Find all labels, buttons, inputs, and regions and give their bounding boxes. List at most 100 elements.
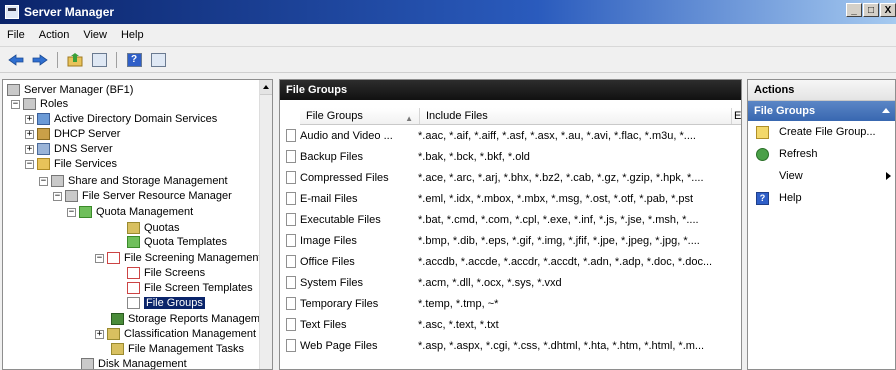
tree-item-quotas[interactable]: Quotas <box>127 221 179 235</box>
file-screens-icon <box>127 267 140 279</box>
expand-toggle[interactable]: + <box>25 114 34 124</box>
collapse-toggle[interactable]: − <box>95 253 104 263</box>
file-screen-templates-icon <box>127 282 140 294</box>
tree-item-label: Share and Storage Management <box>68 175 228 187</box>
column-header-include-files[interactable]: Include Files <box>420 108 732 124</box>
tree-item-dns-server[interactable]: + DNS Server <box>25 142 113 156</box>
tree-item-label: Quotas <box>144 222 180 234</box>
list-item[interactable]: Text Files *.asc, *.text, *.txt <box>280 314 741 335</box>
up-one-level-button[interactable] <box>65 51 85 69</box>
action-label: Help <box>779 192 802 204</box>
expand-toggle[interactable]: + <box>25 144 34 154</box>
tree-item-classification[interactable]: + Classification Management <box>95 327 256 341</box>
tree-item-storage-reports[interactable]: Storage Reports Managemer <box>111 312 270 326</box>
menu-help[interactable]: Help <box>114 29 151 41</box>
tree-item-file-screens[interactable]: File Screens <box>127 266 205 280</box>
column-header-file-groups[interactable]: File Groups ▲ <box>300 108 420 124</box>
title-bar: Server Manager _ □ X <box>0 0 896 24</box>
tree-item-dhcp-server[interactable]: + DHCP Server <box>25 127 120 141</box>
tree-item-label: Active Directory Domain Services <box>54 113 218 125</box>
list-item[interactable]: Image Files *.bmp, *.dib, *.eps, *.gif, *… <box>280 230 741 251</box>
list-item[interactable]: Temporary Files *.temp, *.tmp, ~* <box>280 293 741 314</box>
tree-item-roles[interactable]: − Roles <box>11 97 68 111</box>
refresh-icon <box>756 147 769 161</box>
view-action[interactable]: View <box>748 165 895 187</box>
collapse-caret-icon[interactable] <box>882 108 890 113</box>
roles-icon <box>23 98 36 110</box>
list-item[interactable]: Audio and Video ... *.aac, *.aif, *.aiff,… <box>280 125 741 146</box>
menu-file[interactable]: File <box>0 29 32 41</box>
tree-item-quota-templates[interactable]: Quota Templates <box>127 235 227 249</box>
actions-section-label: File Groups <box>754 105 816 117</box>
tree-item-file-screen-templates[interactable]: File Screen Templates <box>127 281 253 295</box>
collapse-toggle[interactable]: − <box>25 159 34 169</box>
refresh-action[interactable]: Refresh <box>748 143 895 165</box>
tree-item-label: Quota Management <box>96 206 194 218</box>
file-group-icon <box>286 213 296 226</box>
tree-item-fsrm[interactable]: − File Server Resource Manager <box>53 189 232 203</box>
column-header-exclude-files[interactable]: E. <box>732 108 741 124</box>
tree-scrollbar[interactable] <box>259 80 272 369</box>
collapse-toggle[interactable]: − <box>53 191 62 201</box>
toolbar-separator <box>57 51 58 68</box>
close-button[interactable]: X <box>880 3 896 17</box>
tree-item-quota-management[interactable]: − Quota Management <box>67 205 193 219</box>
tree-item-file-services[interactable]: − File Services <box>25 157 117 171</box>
tree-item-label: File Screens <box>144 267 206 279</box>
tree-item-label: Disk Management <box>98 358 187 370</box>
back-button[interactable] <box>6 51 26 69</box>
menu-view[interactable]: View <box>76 29 114 41</box>
fsrm-icon <box>65 190 78 202</box>
collapse-toggle[interactable]: − <box>11 99 20 109</box>
list-item[interactable]: Compressed Files *.ace, *.arc, *.arj, *.b… <box>280 167 741 188</box>
tree-item-server-manager[interactable]: Server Manager (BF1) <box>7 83 133 97</box>
help-action[interactable]: ? Help <box>748 187 895 209</box>
expand-toggle[interactable]: + <box>25 129 34 139</box>
list-item[interactable]: System Files *.acm, *.dll, *.ocx, *.sys, … <box>280 272 741 293</box>
tree-item-label: Quota Templates <box>144 236 227 248</box>
tree-item-file-management-tasks[interactable]: File Management Tasks <box>111 342 244 356</box>
file-group-icon <box>286 234 296 247</box>
minimize-button[interactable]: _ <box>846 3 862 17</box>
file-groups-list: Audio and Video ... *.aac, *.aif, *.aiff,… <box>280 125 741 356</box>
create-file-group-action[interactable]: Create File Group... <box>748 121 895 143</box>
properties-button[interactable] <box>148 51 168 69</box>
file-group-icon <box>286 297 296 310</box>
list-item[interactable]: Web Page Files *.asp, *.aspx, *.cgi, *.cs… <box>280 335 741 356</box>
tree-item-file-groups[interactable]: File Groups <box>127 296 205 310</box>
list-item[interactable]: E-mail Files *.eml, *.idx, *.mbox, *.mbx,… <box>280 188 741 209</box>
toolbar-separator <box>116 51 117 68</box>
action-label: View <box>779 170 803 182</box>
file-management-tasks-icon <box>111 343 124 355</box>
console-tree[interactable]: Server Manager (BF1) − Roles + Active Di… <box>2 79 273 370</box>
show-hide-console-tree-button[interactable] <box>89 51 109 69</box>
tree-item-active-directory[interactable]: + Active Directory Domain Services <box>25 112 217 126</box>
menu-action[interactable]: Action <box>32 29 77 41</box>
actions-section-file-groups[interactable]: File Groups <box>748 101 895 121</box>
action-label: Refresh <box>779 148 818 160</box>
list-item[interactable]: Office Files *.accdb, *.accde, *.accdr, *… <box>280 251 741 272</box>
forward-button[interactable] <box>30 51 50 69</box>
server-manager-app-icon <box>5 5 19 19</box>
tree-item-share-storage[interactable]: − Share and Storage Management <box>39 174 228 188</box>
quota-templates-icon <box>127 236 140 248</box>
tree-item-label: File Server Resource Manager <box>82 190 232 202</box>
tree-item-label: File Screen Templates <box>144 282 253 294</box>
collapse-toggle[interactable]: − <box>39 176 48 186</box>
expand-toggle[interactable]: + <box>95 329 104 339</box>
help-toolbar-button[interactable]: ? <box>124 51 144 69</box>
collapse-toggle[interactable]: − <box>67 207 76 217</box>
tree-item-file-screening[interactable]: − File Screening Management <box>95 251 262 265</box>
classification-icon <box>107 328 120 340</box>
maximize-button[interactable]: □ <box>863 3 879 17</box>
list-item[interactable]: Executable Files *.bat, *.cmd, *.com, *.c… <box>280 209 741 230</box>
column-header-row: File Groups ▲ Include Files E. <box>300 108 741 125</box>
show-hide-tree-icon <box>91 52 107 67</box>
help-icon: ? <box>126 52 142 67</box>
tree-item-disk-management[interactable]: Disk Management <box>81 357 187 370</box>
actions-title: Actions <box>748 80 895 101</box>
list-item[interactable]: Backup Files *.bak, *.bck, *.bkf, *.old <box>280 146 741 167</box>
tree-item-label: Storage Reports Managemer <box>128 313 270 325</box>
scroll-up-arrow-icon[interactable] <box>260 80 272 95</box>
file-groups-pane: File Groups File Groups ▲ Include Files … <box>279 79 742 370</box>
